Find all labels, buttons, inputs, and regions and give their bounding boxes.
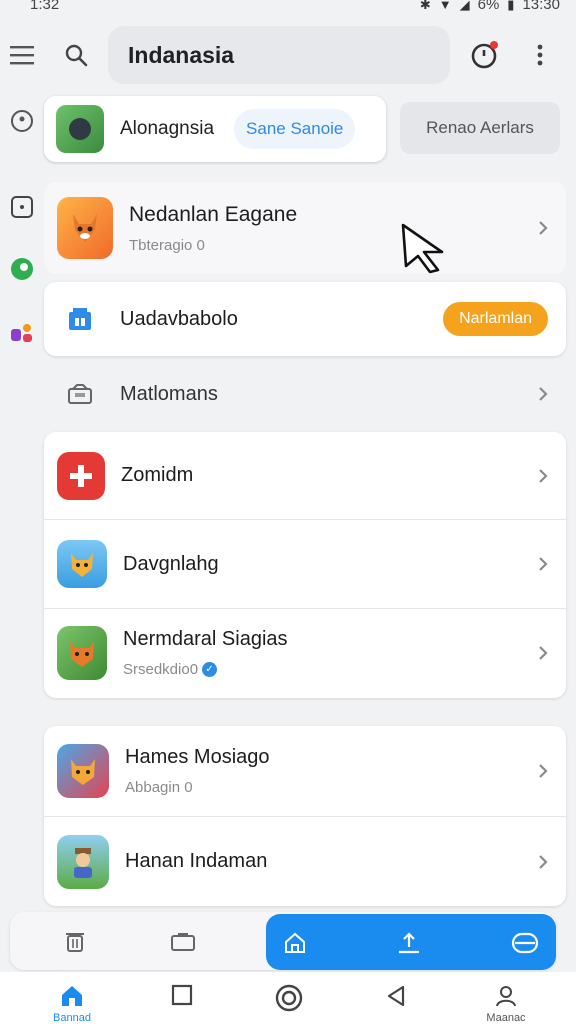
tiger-game-icon (57, 626, 107, 680)
system-nav-bar: Bannad Maanac (0, 972, 576, 1024)
wifi-icon: ▼ (438, 0, 452, 12)
cat-game-icon (57, 540, 107, 588)
verified-badge-icon: ✓ (202, 662, 218, 677)
featured-subtitle: Tbteragio 0 (129, 236, 205, 254)
status-bar: 1:32 ✱ ▼ ◢ 6% ▮ 13:30 (0, 0, 576, 16)
list-item[interactable]: Hames Mosiago Abbagin 0 (44, 726, 566, 816)
home-icon (62, 986, 82, 1006)
circle-icon (275, 984, 303, 1012)
list-item-title: Nermdaral Siagias (123, 628, 288, 650)
profile-icon (496, 986, 516, 1007)
search-icon[interactable] (56, 35, 96, 75)
featured-row[interactable]: Nedanlan Eagane Tbteragio 0 (44, 182, 566, 274)
cursor-pointer-icon (401, 223, 444, 274)
home-outline-icon[interactable] (280, 928, 310, 958)
plain-row-title: Matlomans (120, 382, 218, 405)
list-item[interactable]: Hanan Indaman (44, 816, 566, 906)
signal-icon: ◢ (459, 0, 470, 12)
status-right: ✱ ▼ ◢ 6% ▮ 13:30 (420, 0, 560, 13)
bottom-tray (10, 912, 556, 970)
plain-row[interactable]: Matlomans (44, 366, 566, 422)
menu-icon[interactable] (9, 42, 35, 68)
nav-home-label: Bannad (53, 1012, 91, 1024)
list-item-title: Hames Mosiago (125, 746, 270, 768)
farmer-game-icon (57, 834, 109, 889)
quick-actions-bar (266, 914, 556, 970)
promo-row[interactable]: Uadavbabolo Narlamlan (44, 282, 566, 356)
chevron-right-icon (536, 217, 550, 239)
store-icon (66, 305, 94, 333)
chevron-right-icon (536, 851, 550, 873)
chevron-right-icon (536, 553, 550, 575)
nav-back[interactable] (366, 984, 426, 1008)
list-item-title: Hanan Indaman (125, 850, 268, 872)
fox-game-icon (57, 197, 113, 259)
chip-pill-button[interactable]: Sane Sanoie (234, 109, 356, 149)
list-item[interactable]: Davgnlahg (44, 519, 566, 608)
list-item-subtitle-wrap: Srsedkdio0 ✓ (123, 661, 288, 678)
list-item-subtitle: Srsedkdio0 (123, 661, 199, 678)
card-icon[interactable] (510, 928, 540, 958)
featured-title: Nedanlan Eagane (129, 202, 298, 226)
nav-profile[interactable]: Maanac (476, 984, 536, 1024)
battery-percent: 6% (477, 0, 500, 13)
app-group-1: Zomidm Davgnlahg Nermdaral Siagias Srsed… (44, 432, 566, 698)
nav-center[interactable] (259, 984, 319, 1012)
trash-icon[interactable] (60, 926, 90, 956)
list-item-subtitle: Abbagin 0 (125, 779, 193, 796)
hero-game-icon (57, 744, 109, 798)
promo-card[interactable]: Uadavbabolo Narlamlan (44, 282, 566, 356)
search-input[interactable]: Indanasia (108, 26, 450, 84)
folder-icon (64, 380, 96, 408)
search-bar: Indanasia (56, 26, 450, 84)
promo-action-button[interactable]: Narlamlan (443, 302, 548, 336)
promo-title: Uadavbabolo (120, 307, 238, 330)
chip-secondary-button[interactable]: Renao Aerlars (400, 102, 560, 154)
list-item[interactable]: Zomidm (44, 432, 566, 519)
nav-recents[interactable] (152, 984, 212, 1006)
chip-main[interactable]: Alonagnsia Sane Sanoie (44, 96, 386, 162)
recents-square-icon (171, 984, 193, 1006)
chip-label: Alonagnsia (120, 118, 215, 139)
timer-icon[interactable] (467, 38, 501, 72)
colorful-app-icon[interactable] (9, 320, 35, 346)
chevron-right-icon (536, 465, 550, 487)
list-item-title: Zomidm (121, 464, 194, 486)
chip-bar: Alonagnsia Sane Sanoie Renao Aerlars (44, 96, 566, 162)
square-icon[interactable] (9, 194, 35, 220)
more-options-icon[interactable] (523, 38, 557, 72)
nav-profile-label: Maanac (486, 1012, 526, 1024)
battery-icon: ▮ (507, 0, 515, 12)
green-app-icon[interactable] (9, 256, 35, 282)
featured-card[interactable]: Nedanlan Eagane Tbteragio 0 (44, 182, 566, 274)
chevron-right-icon (536, 760, 550, 782)
chip-thumbnail (56, 105, 104, 153)
status-clock-right: 13:30 (522, 0, 560, 13)
nav-home[interactable]: Bannad (42, 984, 102, 1024)
compass-icon[interactable] (9, 108, 35, 134)
folder-open-icon[interactable] (168, 926, 198, 956)
bluetooth-icon: ✱ (419, 0, 431, 12)
list-item[interactable]: Nermdaral Siagias Srsedkdio0 ✓ (44, 608, 566, 697)
status-time: 1:32 (30, 0, 60, 13)
chevron-right-icon (536, 642, 550, 664)
left-rail (0, 30, 42, 930)
medical-app-icon (57, 451, 105, 500)
back-triangle-icon (387, 985, 405, 1007)
app-group-2: Hames Mosiago Abbagin 0 Hanan Indaman (44, 726, 566, 906)
list-item-title: Davgnlahg (123, 552, 219, 575)
upload-icon[interactable] (394, 928, 424, 958)
chevron-right-icon (536, 383, 550, 405)
